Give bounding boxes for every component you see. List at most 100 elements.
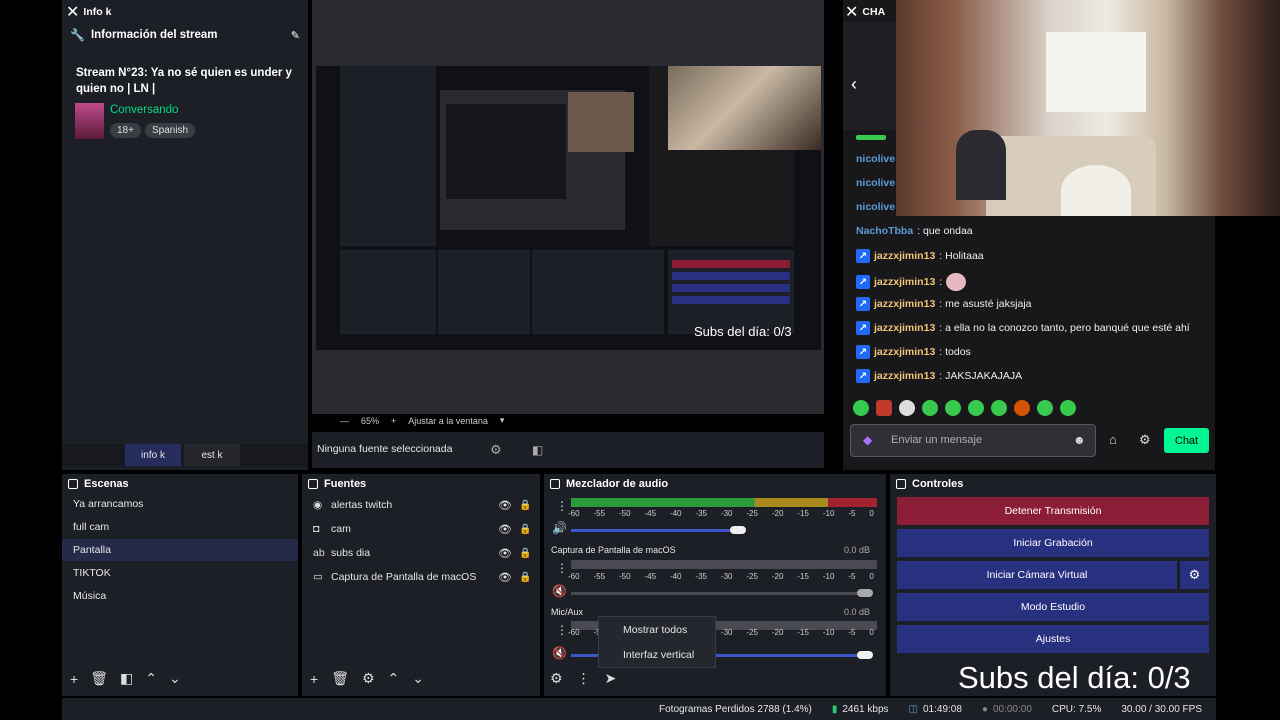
volume-slider-knob[interactable] bbox=[857, 589, 873, 597]
filter-icon[interactable]: ◧ bbox=[532, 443, 543, 457]
emote-icon[interactable] bbox=[1014, 400, 1030, 416]
scene-item[interactable]: Música bbox=[62, 585, 298, 607]
bits-icon[interactable]: ◆ bbox=[863, 433, 872, 447]
emote-icon[interactable] bbox=[1060, 400, 1076, 416]
close-icon[interactable]: ✕ bbox=[66, 2, 79, 22]
start-recording-button[interactable]: Iniciar Grabación bbox=[897, 529, 1209, 557]
emote-icon[interactable] bbox=[922, 400, 938, 416]
zoom-bar: — 65% + Ajustar a la ventana ▾ bbox=[340, 415, 504, 426]
fps-readout: 30.00 / 30.00 FPS bbox=[1121, 703, 1202, 715]
scene-item[interactable]: Ya arrancamos bbox=[62, 493, 298, 515]
tab-info-k[interactable]: info k bbox=[125, 444, 181, 466]
filter-icon[interactable]: ◧ bbox=[120, 670, 133, 687]
gear-icon[interactable]: ⚙ bbox=[490, 442, 502, 458]
source-item[interactable]: ◘ cam 👁 🔒 bbox=[302, 518, 540, 540]
emoji-icon[interactable]: ☻ bbox=[1073, 433, 1086, 447]
preview-canvas[interactable]: Subs del día: 0/3 bbox=[316, 66, 821, 350]
trash-icon[interactable]: 🗑 bbox=[90, 670, 108, 687]
scene-item[interactable]: TIKTOK bbox=[62, 562, 298, 584]
emote-icon[interactable] bbox=[991, 400, 1007, 416]
chevron-up-icon[interactable]: ⌃ bbox=[388, 670, 400, 687]
settings-button[interactable]: Ajustes bbox=[897, 625, 1209, 653]
kebab-menu-icon[interactable]: ⋮ bbox=[556, 499, 568, 513]
category-boxart bbox=[75, 103, 104, 139]
window-blind bbox=[1046, 32, 1146, 112]
studio-mode-button[interactable]: Modo Estudio bbox=[897, 593, 1209, 621]
menu-item-vertical-layout[interactable]: Interfaz vertical bbox=[623, 649, 694, 661]
emote-icon[interactable] bbox=[853, 400, 869, 416]
close-icon[interactable]: ✕ bbox=[845, 2, 858, 22]
info-header-title: Información del stream bbox=[90, 29, 218, 41]
kebab-menu-icon[interactable]: ⋮ bbox=[556, 561, 568, 575]
emote-icon[interactable] bbox=[876, 400, 892, 416]
tab-est-k[interactable]: est k bbox=[184, 444, 240, 466]
audio-mixer-dock: Mezclador de audio -60 -55 -50 -45 -40 -35 -30… bbox=[544, 474, 886, 696]
source-item[interactable]: ◉ alertas twitch 👁 🔒 bbox=[302, 494, 540, 516]
emote-icon[interactable] bbox=[899, 400, 915, 416]
tag-badge[interactable]: Spanish bbox=[144, 123, 196, 138]
lock-icon[interactable]: 🔒 bbox=[519, 500, 531, 511]
emote-icon[interactable] bbox=[1037, 400, 1053, 416]
sub-badge-icon: ↗ bbox=[856, 345, 870, 359]
monitor-icon: ▭ bbox=[313, 571, 323, 583]
fit-window-select[interactable]: Ajustar a la ventana bbox=[408, 416, 488, 426]
source-item[interactable]: ab subs dia 👁 🔒 bbox=[302, 542, 540, 564]
kebab-menu-icon[interactable]: ⋮ bbox=[556, 623, 568, 637]
kebab-menu-icon[interactable]: ⋮ bbox=[577, 670, 591, 687]
record-icon: ● bbox=[981, 703, 988, 715]
emote-icon[interactable] bbox=[968, 400, 984, 416]
lock-icon[interactable]: 🔒 bbox=[519, 572, 531, 583]
chat-input[interactable]: ◆ Enviar un mensaje ☻ bbox=[850, 424, 1096, 457]
stream-info-dock: ✕ Info k 🔧 Información del stream ✎ Stre… bbox=[62, 0, 308, 470]
sources-header: Fuentes bbox=[302, 474, 540, 494]
stop-streaming-button[interactable]: Detener Transmisión bbox=[897, 497, 1209, 525]
info-header: 🔧 Información del stream ✎ bbox=[70, 28, 300, 42]
chat-window-titlebar: ✕ CHA bbox=[845, 2, 885, 22]
gears-icon[interactable]: ⚙ bbox=[550, 670, 563, 687]
sub-badge-icon: ↗ bbox=[856, 321, 870, 335]
chat-send-button[interactable]: Chat bbox=[1164, 428, 1209, 453]
speaker-muted-icon[interactable]: 🔇 bbox=[552, 646, 567, 660]
volume-slider-knob[interactable] bbox=[857, 651, 873, 659]
lock-icon[interactable]: 🔒 bbox=[519, 524, 531, 535]
start-virtual-camera-button[interactable]: Iniciar Cámara Virtual bbox=[897, 561, 1177, 589]
source-label: alertas twitch bbox=[331, 499, 393, 511]
scene-item[interactable]: full cam bbox=[62, 516, 298, 538]
nested-stop-button bbox=[672, 260, 790, 268]
volume-slider[interactable] bbox=[571, 529, 739, 532]
menu-item-show-all[interactable]: Mostrar todos bbox=[623, 624, 687, 636]
trash-icon[interactable]: 🗑 bbox=[331, 670, 349, 687]
scene-item-selected[interactable]: Pantalla bbox=[62, 539, 298, 561]
chat-message: ↗ jazzxjimin13: JAKSJAKAJAJA bbox=[856, 369, 1022, 383]
volume-slider-knob[interactable] bbox=[730, 526, 746, 534]
lock-icon[interactable]: 🔒 bbox=[519, 548, 531, 559]
source-item[interactable]: ▭ Captura de Pantalla de macOS 👁 🔒 bbox=[302, 566, 540, 588]
nested-preview-canvas bbox=[446, 104, 566, 199]
speaker-icon[interactable]: 🔊 bbox=[552, 521, 567, 535]
store-icon[interactable]: ⌂ bbox=[1109, 432, 1117, 447]
status-bar: Fotogramas Perdidos 2788 (1.4%) ▮ 2461 kb… bbox=[62, 698, 1216, 720]
edit-pencil-icon[interactable]: ✎ bbox=[291, 29, 300, 42]
chevron-down-icon[interactable]: ⌄ bbox=[169, 670, 181, 687]
speaker-muted-icon[interactable]: 🔇 bbox=[552, 584, 567, 598]
zoom-plus-button[interactable]: + bbox=[391, 416, 396, 426]
scenes-header: Escenas bbox=[62, 474, 298, 494]
mouse-cursor-icon: ➤ bbox=[604, 670, 617, 686]
tag-badge[interactable]: 18+ bbox=[110, 123, 141, 138]
zoom-minus-button[interactable]: — bbox=[340, 416, 349, 426]
back-arrow-icon[interactable]: ‹ bbox=[851, 74, 857, 95]
gear-icon[interactable]: ⚙ bbox=[362, 670, 375, 687]
gear-icon[interactable]: ⚙ bbox=[1139, 432, 1151, 448]
gear-icon[interactable]: ⚙ bbox=[1180, 561, 1209, 589]
add-icon[interactable]: + bbox=[310, 671, 318, 687]
eye-icon[interactable]: 👁 bbox=[498, 547, 512, 560]
chevron-up-icon[interactable]: ⌃ bbox=[145, 670, 157, 687]
eye-icon[interactable]: 👁 bbox=[498, 571, 512, 584]
chevron-down-icon[interactable]: ▾ bbox=[500, 415, 505, 426]
chevron-down-icon[interactable]: ⌄ bbox=[412, 670, 424, 687]
emote-icon[interactable] bbox=[945, 400, 961, 416]
volume-slider[interactable] bbox=[571, 592, 871, 595]
eye-icon[interactable]: 👁 bbox=[498, 499, 512, 512]
eye-icon[interactable]: 👁 bbox=[498, 523, 512, 536]
add-icon[interactable]: + bbox=[70, 671, 78, 687]
